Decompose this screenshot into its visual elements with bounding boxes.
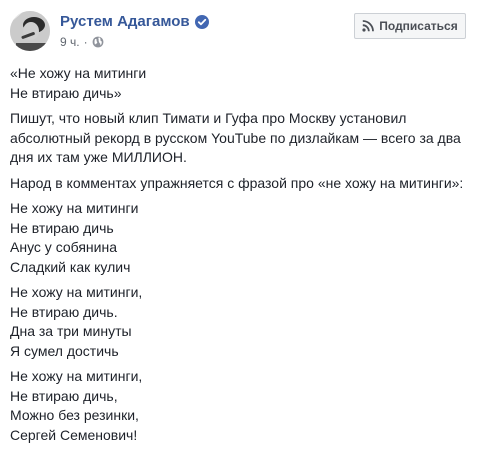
post-text-line: абсолютный рекорд в русском YouTube по д… xyxy=(10,129,461,146)
post-text-line: Не втираю дичь» xyxy=(10,84,122,101)
avatar-photo xyxy=(10,11,50,51)
avatar[interactable] xyxy=(10,11,50,51)
post-paragraph: Не хожу на митинги, Не втираю дичь. Дна за… xyxy=(10,283,488,361)
post-text-line: Сергей Семенович! xyxy=(10,426,138,443)
post-text-line: дня их там уже МИЛЛИОН. xyxy=(10,149,187,165)
post-text-line: Я сумел достичь xyxy=(10,342,119,359)
post-text-line: Не втираю дичь, xyxy=(10,387,118,404)
globe-icon[interactable] xyxy=(92,36,104,48)
post-paragraph: «Не хожу на митинги Не втираю дичь» xyxy=(10,64,488,103)
post-meta: 9 ч. · xyxy=(60,34,104,50)
rss-icon xyxy=(362,20,375,32)
post-text-line: Не втираю дичь xyxy=(10,219,114,236)
post-text-line: Можно без резинки, xyxy=(10,407,139,423)
post-text-line: Не втираю дичь. xyxy=(10,303,118,320)
subscribe-label: Подписаться xyxy=(379,19,458,33)
post-paragraph: Не хожу на митинги, Не втираю дичь, Можно … xyxy=(10,367,488,445)
verified-badge-icon xyxy=(194,15,209,29)
post-text-line: Народ в комментах упражняется с фразой п… xyxy=(10,174,464,191)
post-text-line: Не хожу на митинги, xyxy=(10,368,143,384)
post-text-line: Анус у собянина xyxy=(10,239,117,255)
post-text-line: Дна за три минуты xyxy=(10,323,132,339)
post-paragraph: Народ в комментах упражняется с фразой п… xyxy=(10,174,488,194)
post-text-line: Сладкий как кулич xyxy=(10,258,131,275)
author-name-link[interactable]: Рустем Адагамов xyxy=(60,12,190,32)
post-paragraph: Пишут, что новый клип Тимати и Гуфа про … xyxy=(10,109,488,168)
subscribe-button[interactable]: Подписаться xyxy=(354,13,466,39)
post-text-line: Не хожу на митинги xyxy=(10,200,139,216)
post-text-line: «Не хожу на митинги xyxy=(10,65,147,81)
meta-separator: · xyxy=(83,35,88,49)
post-text-line: Пишут, что новый клип Тимати и Гуфа про … xyxy=(10,110,407,126)
post-text-line: Не хожу на митинги, xyxy=(10,284,143,300)
post-timestamp-link[interactable]: 9 ч. xyxy=(60,35,80,49)
facebook-post: Рустем Адагамов 9 ч. · Подписаться «Не х… xyxy=(0,0,498,450)
post-paragraph: Не хожу на митинги Не втираю дичь Анус у с… xyxy=(10,199,488,277)
post-text: «Не хожу на митинги Не втираю дичь» Пишут,… xyxy=(10,64,488,451)
